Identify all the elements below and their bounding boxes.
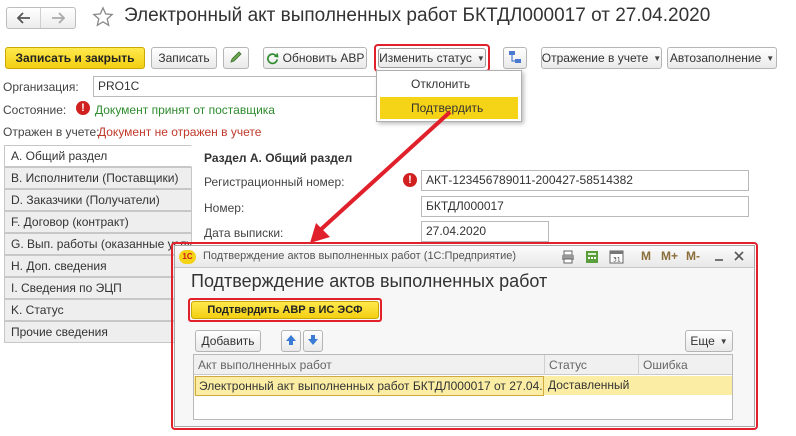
table-cell-status: Доставленный [548, 378, 630, 392]
more-button[interactable]: Еще ▼ [685, 330, 733, 352]
acts-table: Акт выполненных работ Статус Ошибка Элек… [193, 354, 733, 420]
confirm-dialog: 1С Подтверждение актов выполненных работ… [174, 245, 755, 427]
svg-text:31: 31 [613, 257, 621, 264]
memory-m-button[interactable]: M [641, 249, 651, 263]
add-button[interactable]: Добавить [195, 330, 261, 352]
minimize-icon[interactable] [713, 250, 725, 262]
confirm-avr-button[interactable]: Подтвердить АВР в ИС ЭСФ [191, 301, 379, 319]
close-icon[interactable] [733, 250, 745, 262]
move-up-button[interactable] [281, 330, 301, 352]
table-cell-error [638, 376, 732, 380]
dialog-window-title: Подтверждение актов выполненных работ (1… [203, 250, 517, 262]
onec-logo-icon: 1С [179, 250, 196, 264]
memory-minus-button[interactable]: M- [686, 249, 700, 263]
dialog-title-bar: 1С Подтверждение актов выполненных работ… [175, 246, 754, 268]
printer-icon[interactable] [561, 250, 575, 267]
arrow-up-icon [285, 334, 297, 349]
memory-plus-button[interactable]: M+ [661, 249, 678, 263]
table-header: Акт выполненных работ Статус Ошибка [194, 355, 732, 375]
column-header-error[interactable]: Ошибка [638, 355, 732, 375]
chevron-down-icon: ▼ [719, 336, 728, 346]
column-header-status[interactable]: Статус [544, 355, 638, 375]
arrow-down-icon [307, 334, 319, 349]
dialog-heading: Подтверждение актов выполненных работ [191, 271, 548, 291]
table-cell-act: Электронный акт выполненных работ БКТДЛ0… [195, 376, 544, 396]
move-down-button[interactable] [303, 330, 323, 352]
column-header-act[interactable]: Акт выполненных работ [194, 355, 544, 375]
calculator-icon[interactable] [585, 250, 599, 267]
more-label: Еще [690, 334, 715, 348]
calendar-icon[interactable]: 31 [609, 249, 624, 267]
table-row[interactable]: Электронный акт выполненных работ БКТДЛ0… [194, 376, 732, 396]
